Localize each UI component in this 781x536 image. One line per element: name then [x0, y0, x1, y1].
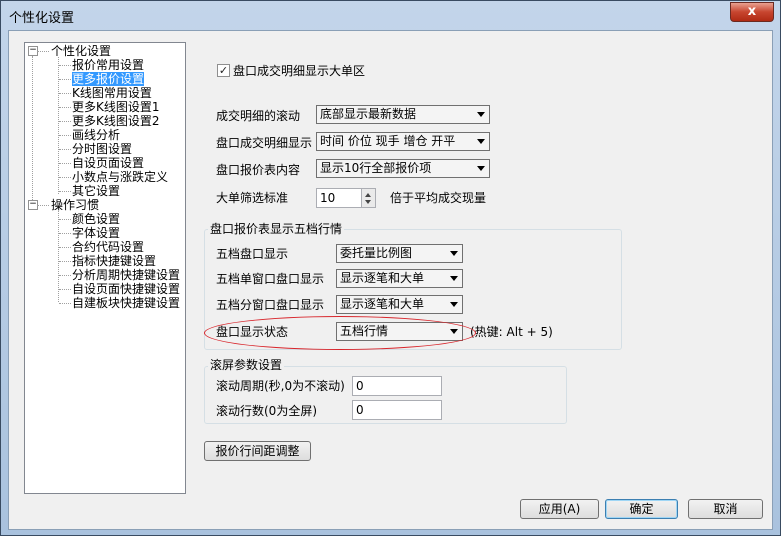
detail-display-value: 时间 价位 现手 增仓 开平 [320, 134, 456, 148]
big-order-checkbox[interactable]: ✓ [217, 64, 230, 77]
settings-tree[interactable]: − 个性化设置 报价常用设置 更多报价设置 K线图常用设置 更多K线图设置1 更… [24, 42, 186, 494]
big-filter-suffix: 倍于平均成交现量 [390, 191, 487, 205]
tree-item-more-quote[interactable]: 更多报价设置 [72, 72, 145, 86]
tree-line [59, 107, 71, 108]
highlight-annotation [204, 316, 476, 350]
big-filter-label: 大单筛选标准 [216, 191, 289, 205]
tree-item-color[interactable]: 颜色设置 [72, 212, 120, 226]
row-spacing-button[interactable]: 报价行间距调整 [204, 441, 311, 461]
scroll-select[interactable]: 底部显示最新数据 [316, 105, 490, 124]
scroll-params-title: 滚屏参数设置 [208, 358, 285, 372]
tree-item-quote-common[interactable]: 报价常用设置 [72, 58, 144, 72]
five-split-label: 五档分窗口盘口显示 [216, 298, 325, 312]
tree-item-kline-common[interactable]: K线图常用设置 [72, 86, 152, 100]
tree-line [59, 135, 71, 136]
chevron-down-icon [477, 112, 485, 117]
five-single-value: 显示逐笔和大单 [340, 271, 425, 285]
chevron-down-icon [450, 251, 458, 256]
detail-display-label: 盘口成交明细显示 [216, 136, 313, 150]
tree-line [59, 93, 71, 94]
five-single-label: 五档单窗口盘口显示 [216, 272, 325, 286]
tree-item-period-hotkey[interactable]: 分析周期快捷键设置 [72, 268, 180, 282]
tree-line [59, 275, 71, 276]
tree-line [37, 205, 49, 206]
tree-line [58, 57, 59, 194]
arrow-up-icon[interactable] [365, 193, 371, 197]
chevron-down-icon [477, 166, 485, 171]
tree-line [59, 65, 71, 66]
detail-display-select[interactable]: 时间 价位 现手 增仓 开平 [316, 132, 490, 151]
tree-line [59, 163, 71, 164]
settings-window: 个性化设置 x − 个性化设置 报价常用设置 更多报价设置 K线图常用设置 更多… [0, 0, 781, 536]
tree-line [59, 261, 71, 262]
apply-button[interactable]: 应用(A) [520, 499, 599, 519]
chevron-down-icon [450, 302, 458, 307]
five-split-value: 显示逐笔和大单 [340, 297, 425, 311]
five-level-group-title: 盘口报价表显示五档行情 [208, 222, 345, 236]
quote-content-value: 显示10行全部报价项 [320, 161, 432, 175]
quote-content-select[interactable]: 显示10行全部报价项 [316, 159, 490, 178]
scroll-label: 成交明细的滚动 [216, 109, 301, 123]
scroll-rows-label: 滚动行数(0为全屏) [216, 404, 317, 418]
chevron-down-icon [477, 139, 485, 144]
tree-line [59, 247, 71, 248]
five-display-label: 五档盘口显示 [216, 247, 289, 261]
big-order-label: 盘口成交明细显示大单区 [233, 64, 366, 78]
tree-line [59, 121, 71, 122]
close-button[interactable]: x [730, 2, 774, 22]
tree-line [59, 191, 71, 192]
tree-line [59, 303, 71, 304]
five-display-select[interactable]: 委托量比例图 [336, 244, 463, 263]
tree-item-timeshare[interactable]: 分时图设置 [72, 142, 132, 156]
scroll-period-label: 滚动周期(秒,0为不滚动) [216, 379, 345, 393]
tree-line [37, 51, 49, 52]
tree-item-custom-page[interactable]: 自设页面设置 [72, 156, 144, 170]
tree-item-indicator-hotkey[interactable]: 指标快捷键设置 [72, 254, 156, 268]
tree-item-page-hotkey[interactable]: 自设页面快捷键设置 [72, 282, 180, 296]
chevron-down-icon [450, 276, 458, 281]
quote-content-label: 盘口报价表内容 [216, 163, 301, 177]
five-single-select[interactable]: 显示逐笔和大单 [336, 269, 463, 288]
tree-item-contract-code[interactable]: 合约代码设置 [72, 240, 144, 254]
tree-line [59, 79, 71, 80]
title-bar[interactable]: 个性化设置 x [1, 1, 780, 29]
tree-group-habits[interactable]: 操作习惯 [51, 198, 99, 212]
tree-item-other[interactable]: 其它设置 [72, 184, 120, 198]
tree-group-personalization[interactable]: 个性化设置 [51, 44, 111, 58]
ok-button[interactable]: 确定 [605, 499, 678, 519]
tree-item-decimal[interactable]: 小数点与涨跌定义 [72, 170, 168, 184]
display-status-hotkey: (热键: Alt + 5) [470, 325, 553, 339]
big-filter-stepper[interactable] [362, 188, 376, 208]
tree-line [59, 233, 71, 234]
scroll-rows-input[interactable]: 0 [352, 400, 442, 420]
five-display-value: 委托量比例图 [340, 246, 413, 260]
arrow-down-icon[interactable] [365, 200, 371, 204]
tree-item-drawing[interactable]: 画线分析 [72, 128, 120, 142]
window-title: 个性化设置 [9, 11, 75, 26]
tree-line [59, 219, 71, 220]
tree-item-more-kline-2[interactable]: 更多K线图设置2 [72, 114, 160, 128]
cancel-button[interactable]: 取消 [688, 499, 763, 519]
scroll-period-input[interactable]: 0 [352, 376, 442, 396]
tree-item-more-kline-1[interactable]: 更多K线图设置1 [72, 100, 160, 114]
tree-line [59, 149, 71, 150]
five-split-select[interactable]: 显示逐笔和大单 [336, 295, 463, 314]
scroll-value: 底部显示最新数据 [320, 107, 417, 121]
tree-line [59, 289, 71, 290]
tree-line [32, 56, 33, 210]
dialog-client-area: − 个性化设置 报价常用设置 更多报价设置 K线图常用设置 更多K线图设置1 更… [8, 30, 773, 530]
big-filter-input[interactable]: 10 [316, 188, 362, 208]
tree-item-block-hotkey[interactable]: 自建板块快捷键设置 [72, 296, 180, 310]
tree-line [59, 177, 71, 178]
tree-item-font[interactable]: 字体设置 [72, 226, 120, 240]
